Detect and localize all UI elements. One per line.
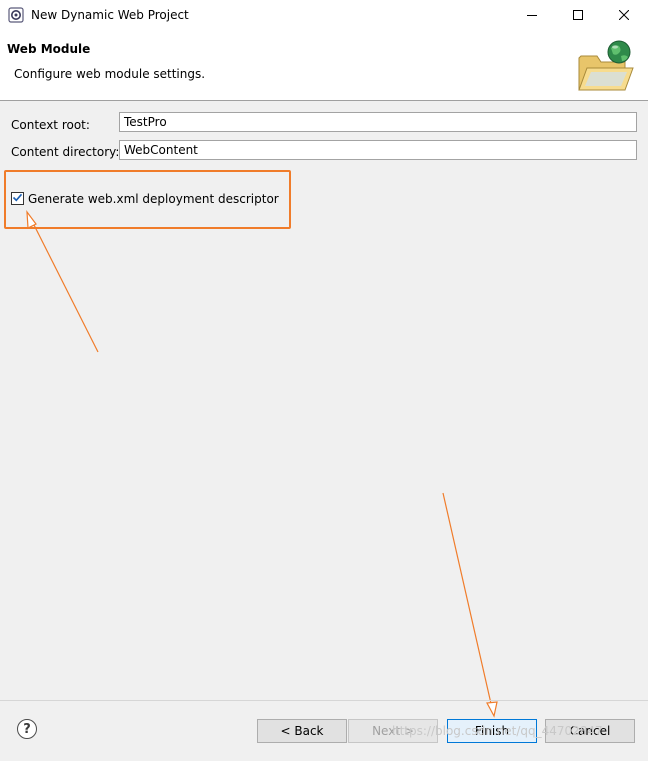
page-description: Configure web module settings. xyxy=(14,67,206,81)
content-directory-input[interactable]: WebContent xyxy=(119,140,637,160)
back-button[interactable]: < Back xyxy=(257,719,347,743)
maximize-icon xyxy=(573,9,583,23)
maximize-button[interactable] xyxy=(555,0,601,31)
wizard-header: Web Module Configure web module settings… xyxy=(0,31,648,101)
title-bar: New Dynamic Web Project xyxy=(0,0,648,31)
page-title: Web Module xyxy=(7,42,91,56)
close-icon xyxy=(618,9,630,23)
eclipse-app-icon xyxy=(8,7,24,23)
minimize-icon xyxy=(527,9,537,23)
help-icon: ? xyxy=(23,721,31,737)
annotation-arrow-to-checkbox xyxy=(26,210,99,353)
button-bar-separator xyxy=(0,700,648,701)
minimize-button[interactable] xyxy=(509,0,555,31)
watermark-text: https://blog.csdn.net/qq_44702847 xyxy=(392,724,603,738)
window-title: New Dynamic Web Project xyxy=(31,8,189,22)
context-root-input[interactable]: TestPro xyxy=(119,112,637,132)
context-root-label: Context root: xyxy=(11,118,90,132)
web-folder-globe-icon xyxy=(575,38,635,98)
help-button[interactable]: ? xyxy=(17,719,37,739)
close-button[interactable] xyxy=(601,0,647,31)
annotation-highlight-box xyxy=(4,170,291,229)
content-directory-label: Content directory: xyxy=(11,145,120,159)
annotation-arrow-to-finish xyxy=(442,492,498,718)
